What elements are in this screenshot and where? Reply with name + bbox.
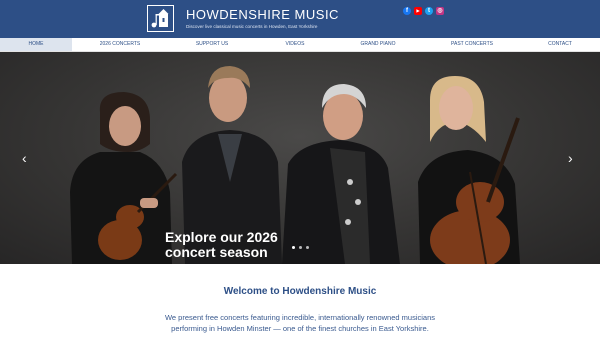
hero-line-1: Explore our 2026 bbox=[165, 229, 278, 245]
slide-dot[interactable] bbox=[292, 246, 295, 249]
slide-dot[interactable] bbox=[299, 246, 302, 249]
main-nav: HOME 2026 CONCERTS SUPPORT US VIDEOS GRA… bbox=[0, 38, 600, 52]
site-tagline: Discover live classical music concerts i… bbox=[186, 24, 318, 29]
nav-item-2026-concerts[interactable]: 2026 CONCERTS bbox=[80, 38, 160, 51]
site-title[interactable]: HOWDENSHIRE MUSIC bbox=[186, 7, 339, 22]
facebook-icon[interactable]: f bbox=[403, 7, 411, 15]
nav-item-support-us[interactable]: SUPPORT US bbox=[172, 38, 252, 51]
logo-icon[interactable] bbox=[147, 5, 174, 32]
instagram-icon[interactable]: ◎ bbox=[436, 7, 444, 15]
nav-item-grand-piano[interactable]: GRAND PIANO bbox=[338, 38, 418, 51]
slide-dot[interactable] bbox=[306, 246, 309, 249]
welcome-title: Welcome to Howdenshire Music bbox=[223, 286, 377, 297]
chevron-right-icon[interactable]: › bbox=[568, 150, 573, 166]
nav-item-home[interactable]: HOME bbox=[0, 38, 72, 51]
chevron-left-icon[interactable]: ‹ bbox=[22, 150, 27, 166]
nav-item-past-concerts[interactable]: PAST CONCERTS bbox=[432, 38, 512, 51]
hero-line-2: concert season bbox=[165, 244, 268, 260]
twitter-icon[interactable]: t bbox=[425, 7, 433, 15]
site-header: HOWDENSHIRE MUSIC Discover live classica… bbox=[0, 0, 600, 38]
intro-line-2: performing in Howden Minster — one of th… bbox=[171, 324, 429, 333]
nav-item-videos[interactable]: VIDEOS bbox=[255, 38, 335, 51]
hero-slideshow: ‹ › Explore our 2026 concert season bbox=[0, 52, 600, 264]
social-links: f ▶ t ◎ bbox=[403, 7, 444, 15]
nav-item-contact[interactable]: CONTACT bbox=[530, 38, 590, 51]
intro-line-1: We present free concerts featuring incre… bbox=[164, 313, 435, 322]
slide-indicators bbox=[292, 246, 309, 249]
youtube-icon[interactable]: ▶ bbox=[414, 7, 422, 15]
hero-title[interactable]: Explore our 2026 concert season bbox=[165, 230, 305, 260]
welcome-intro: We present free concerts featuring incre… bbox=[150, 312, 450, 334]
